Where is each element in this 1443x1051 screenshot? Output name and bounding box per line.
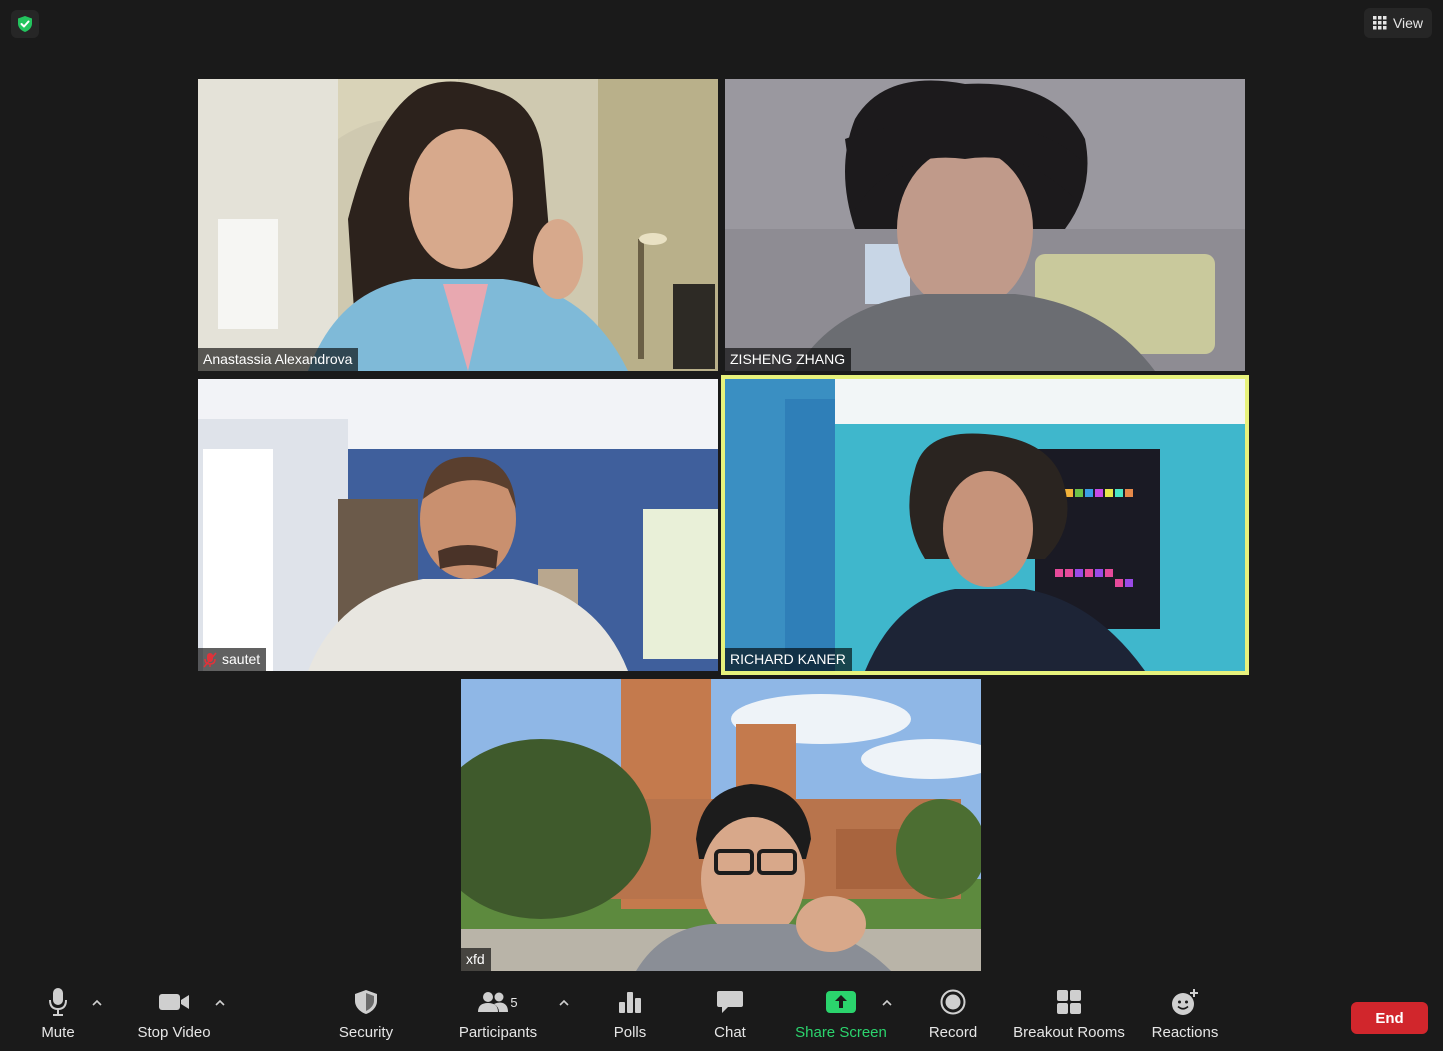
caret-up-icon [92,999,102,1006]
participants-label: Participants [458,1024,538,1041]
record-label: Record [928,1024,978,1041]
video-tile[interactable]: Anastassia Alexandrova [198,79,718,371]
reactions-icon [1172,989,1198,1015]
share-screen-icon [826,991,856,1013]
share-screen-label: Share Screen [795,1024,887,1041]
participants-options-caret[interactable] [556,994,572,1010]
share-screen-button[interactable]: Share Screen [793,980,889,1051]
encryption-badge[interactable] [11,10,39,38]
video-feed [198,79,718,371]
video-tile[interactable]: ZISHENG ZHANG [725,79,1245,371]
reactions-button[interactable]: Reactions [1149,980,1221,1051]
participant-name: sautet [222,651,261,667]
participants-count: 5 [510,994,518,1010]
audio-options-caret[interactable] [89,994,105,1010]
video-feed [725,79,1245,371]
reactions-label: Reactions [1151,1024,1219,1041]
end-label: End [1375,1009,1404,1027]
video-tile-active-speaker[interactable]: RICHARD KANER [721,375,1249,675]
caret-up-icon [882,999,892,1006]
end-meeting-button[interactable]: End [1351,1002,1428,1034]
record-button[interactable]: Record [925,980,981,1051]
polls-button[interactable]: Polls [607,980,653,1051]
security-button[interactable]: Security [333,980,399,1051]
video-tile[interactable]: sautet [198,379,718,671]
participants-icon [478,992,509,1012]
security-label: Security [338,1024,394,1041]
mute-label: Mute [41,1024,75,1041]
breakout-rooms-button[interactable]: Breakout Rooms [1011,980,1127,1051]
chat-icon [717,991,743,1013]
participants-button[interactable]: 5 Participants [455,980,541,1051]
view-button[interactable]: View [1364,8,1432,38]
polls-icon [619,992,641,1013]
video-feed [725,379,1245,671]
view-label: View [1392,15,1424,31]
chat-label: Chat [714,1024,746,1041]
participant-name: xfd [466,951,485,967]
polls-label: Polls [613,1024,647,1041]
video-camera-icon [159,994,189,1010]
video-feed [198,379,718,671]
breakout-rooms-label: Breakout Rooms [1013,1024,1125,1041]
breakout-rooms-icon [1057,990,1081,1014]
participant-name-tag: ZISHENG ZHANG [725,348,852,371]
participant-name: ZISHENG ZHANG [730,351,846,367]
participant-name-tag: Anastassia Alexandrova [198,348,359,371]
stop-video-button[interactable]: Stop Video [133,980,215,1051]
stop-video-label: Stop Video [137,1024,211,1041]
mute-button[interactable]: Mute [30,980,86,1051]
video-feed [461,679,981,971]
caret-up-icon [559,999,569,1006]
shield-check-icon [18,16,32,32]
participant-name: Anastassia Alexandrova [203,351,353,367]
meeting-toolbar: Mute Stop Video Security 5 Participants … [0,980,1443,1051]
share-options-caret[interactable] [879,994,895,1010]
microphone-icon [49,988,67,1016]
security-shield-icon [355,990,377,1014]
participant-name-tag: xfd [461,948,491,971]
chat-button[interactable]: Chat [707,980,753,1051]
grid-icon [1372,16,1387,30]
participant-name: RICHARD KANER [730,651,846,667]
video-tile[interactable]: xfd [461,679,981,971]
participant-name-tag: sautet [198,648,267,671]
mic-muted-icon [203,651,217,668]
caret-up-icon [215,999,225,1006]
video-options-caret[interactable] [212,994,228,1010]
participant-name-tag: RICHARD KANER [725,648,852,671]
record-icon [940,989,966,1015]
